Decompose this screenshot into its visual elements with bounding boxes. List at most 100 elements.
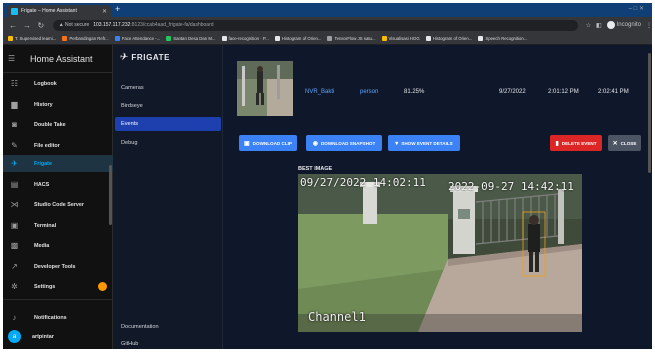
sidebar-item-terminal[interactable]: ▣ Terminal xyxy=(3,217,113,234)
bookmark-favicon-icon xyxy=(221,36,227,41)
nav-events[interactable]: Events xyxy=(115,117,221,131)
bookmark-item[interactable]: Perbandingan Refr... xyxy=(62,36,109,41)
bookmark-favicon-icon xyxy=(166,36,172,41)
sidebar-item-hacs[interactable]: ▤ HACS xyxy=(3,176,113,193)
bookmark-item[interactable]: Santan Desa Dan M... xyxy=(166,36,216,41)
nav-documentation[interactable]: Documentation xyxy=(115,320,221,334)
sidebar-item-settings[interactable]: ✲ Settings xyxy=(3,278,113,295)
close-button[interactable]: ✕ CLOSE xyxy=(608,135,641,151)
event-row[interactable]: NVR_Bakti person 81.25% 9/27/2022 2:01:1… xyxy=(223,45,652,125)
best-image-heading: BEST IMAGE xyxy=(298,166,333,172)
new-tab-button[interactable]: + xyxy=(115,4,120,14)
ha-sidebar-header: ☰ Home Assistant xyxy=(3,45,112,73)
sidebar-item-notifications[interactable]: ♪ Notifications xyxy=(3,309,113,326)
browser-tab[interactable]: Frigate – Home Assistant ✕ xyxy=(7,5,111,17)
hacs-icon: ▤ xyxy=(10,180,19,189)
incognito-indicator[interactable]: Incognito xyxy=(606,21,641,29)
frigate-sidebar: ✈ FRIGATE Cameras Birdseye Events Debug … xyxy=(113,45,223,349)
window-controls[interactable]: – □ ✕ xyxy=(629,5,644,12)
bookmark-favicon-icon xyxy=(478,36,484,41)
best-image-scene xyxy=(298,174,582,332)
event-camera[interactable]: NVR_Bakti xyxy=(305,89,334,95)
bookmark-label: Perbandingan Refr... xyxy=(69,36,109,41)
bookmark-item[interactable]: face-recognition · P... xyxy=(221,36,269,41)
bookmark-star-icon[interactable]: ☆ xyxy=(586,22,591,29)
frigate-logo[interactable]: ✈ FRIGATE xyxy=(113,45,222,69)
sidebar-item-logbook[interactable]: ☷ Logbook xyxy=(3,75,113,92)
bookmark-item[interactable]: Face Attendance -... xyxy=(114,36,160,41)
bookmark-label: Histogram of Orien... xyxy=(432,36,473,41)
sidebar-item-history[interactable]: ▆ History xyxy=(3,96,113,113)
more-menu-icon[interactable]: ⋮ xyxy=(646,22,652,29)
download-icon: ▣ xyxy=(244,140,250,147)
back-icon[interactable]: ← xyxy=(9,21,17,30)
incognito-icon xyxy=(606,21,615,29)
sidebar-item-developer-tools[interactable]: ↗ Developer Tools xyxy=(3,258,113,275)
bookmark-item[interactable]: Histogram of Orien... xyxy=(274,36,321,41)
nav-birdseye[interactable]: Birdseye xyxy=(115,99,221,113)
sidebar-item-label: Settings xyxy=(34,283,56,290)
trash-icon: ▮ xyxy=(555,140,559,147)
forward-icon[interactable]: → xyxy=(23,21,31,30)
bookmark-item[interactable]: Histogram of Orien... xyxy=(425,36,473,41)
sidebar-item-label: File editor xyxy=(34,142,60,149)
sidepanel-icon[interactable]: ◧ xyxy=(596,22,602,29)
button-label: SHOW EVENT DETAILS xyxy=(401,140,453,146)
tab-close-icon[interactable]: ✕ xyxy=(102,8,107,15)
download-snapshot-button[interactable]: ◉ DOWNLOAD SNAPSHOT xyxy=(306,135,382,151)
ha-sidebar: ☰ Home Assistant ☷ Logbook ▆ History ◙ D… xyxy=(3,45,113,349)
ha-title: Home Assistant xyxy=(30,53,93,64)
bookmark-item[interactable]: Speech Recognition... xyxy=(478,36,527,41)
show-event-details-button[interactable]: ▾ SHOW EVENT DETAILS xyxy=(388,135,460,151)
sidebar-item-user[interactable]: a artpintar xyxy=(3,328,113,345)
menu-icon[interactable]: ☰ xyxy=(8,54,18,63)
event-end-time: 2:02:41 PM xyxy=(598,89,629,95)
download-clip-button[interactable]: ▣ DOWNLOAD CLIP xyxy=(239,135,297,151)
bookmark-label: TensorFlow JS satu... xyxy=(334,36,376,41)
sidebar-item-media[interactable]: ▩ Media xyxy=(3,237,113,254)
nav-cameras[interactable]: Cameras xyxy=(115,81,221,95)
event-thumbnail[interactable] xyxy=(237,61,293,116)
reload-icon[interactable]: ↻ xyxy=(37,21,45,30)
bookmarks-bar: T. Supervised learni... Perbandingan Refr… xyxy=(3,33,652,45)
bookmark-label: Visualisasi HOG xyxy=(388,36,420,41)
bookmark-item[interactable]: Visualisasi HOG xyxy=(381,36,420,41)
sidebar-item-label: Terminal xyxy=(34,222,57,229)
not-secure-warning[interactable]: ▲ Not secure xyxy=(59,22,90,28)
image-channel-label: Channel1 xyxy=(308,310,366,324)
page-scrollbar[interactable] xyxy=(648,53,651,173)
button-label: DELETE EVENT xyxy=(561,140,597,146)
bookmark-favicon-icon xyxy=(114,36,120,41)
sidebar-item-label: Logbook xyxy=(34,80,57,87)
sidebar-item-frigate[interactable]: ✈ Frigate xyxy=(3,155,113,172)
nav-debug[interactable]: Debug xyxy=(115,136,221,150)
bookmark-label: Speech Recognition... xyxy=(485,36,528,41)
best-image: 09/27/2022 14:02:11 2022-09-27 14:42:11 … xyxy=(298,174,582,332)
bookmark-favicon-icon xyxy=(381,36,387,41)
home-assistant-favicon-icon xyxy=(11,7,18,15)
thumbnail-scene xyxy=(237,61,293,116)
history-icon: ▆ xyxy=(11,100,18,109)
url-input[interactable]: ▲ Not secure 103.157.117.232 :8123/ccab4… xyxy=(52,19,578,31)
avatar: a xyxy=(8,330,21,343)
bookmark-item[interactable]: T. Supervised learni... xyxy=(8,36,56,41)
logbook-icon: ☷ xyxy=(10,79,19,88)
event-label[interactable]: person xyxy=(360,89,378,95)
sidebar-item-label: HACS xyxy=(34,181,50,188)
sidebar-item-double-take[interactable]: ◙ Double Take xyxy=(3,116,113,133)
sidebar-item-label: Media xyxy=(34,242,50,249)
bookmark-item[interactable]: TensorFlow JS satu... xyxy=(327,36,376,41)
button-label: DOWNLOAD CLIP xyxy=(252,140,292,146)
sidebar-item-studio-code-server[interactable]: ⋊ Studio Code Server xyxy=(3,196,113,213)
frigate-icon: ✈ xyxy=(11,159,18,168)
delete-event-button[interactable]: ▮ DELETE EVENT xyxy=(550,135,602,151)
settings-update-badge xyxy=(98,282,107,291)
bookmark-favicon-icon xyxy=(274,36,280,41)
nav-github[interactable]: GitHub xyxy=(115,337,221,349)
sidebar-item-label: Double Take xyxy=(34,121,66,128)
bookmark-favicon-icon xyxy=(327,36,333,41)
sidebar-scrollbar[interactable] xyxy=(109,165,112,225)
sidebar-item-label: Notifications xyxy=(34,314,67,321)
sidebar-item-file-editor[interactable]: ✎ File editor xyxy=(3,137,113,154)
user-name: artpintar xyxy=(32,333,54,340)
